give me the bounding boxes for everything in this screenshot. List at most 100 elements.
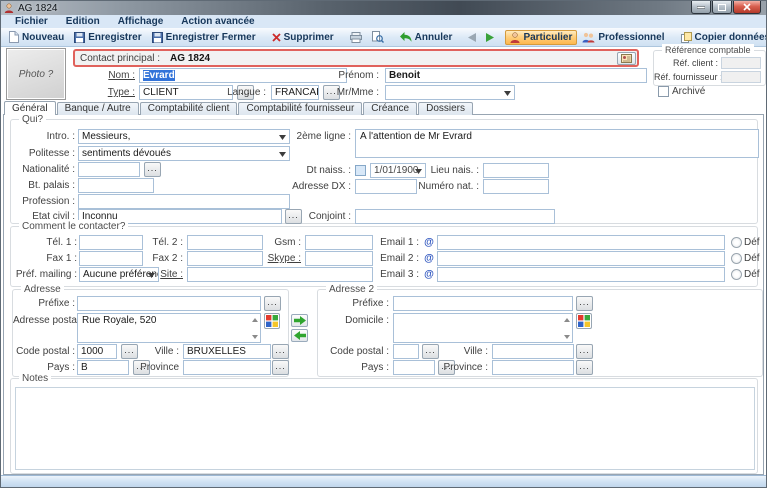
new-button[interactable]: Nouveau (4, 29, 69, 45)
email-at-icon[interactable]: @ (423, 268, 435, 281)
numero-nat-field[interactable] (483, 179, 549, 194)
ville2-browse-button[interactable]: ... (576, 344, 593, 359)
ville-field[interactable]: BRUXELLES (183, 344, 271, 359)
ville2-label: Ville : (430, 344, 488, 359)
site-field[interactable] (187, 267, 373, 282)
province-field[interactable] (183, 360, 271, 375)
menu-bar: Fichier Edition Affichage Action avancée (1, 15, 766, 28)
previous-button[interactable] (463, 31, 481, 44)
fax2-label: Fax 2 : (119, 251, 183, 266)
menu-action-avancee[interactable]: Action avancée (172, 15, 263, 28)
politesse-combo[interactable]: sentiments dévoués (78, 146, 290, 161)
copy-ci-data-button[interactable]: Copier données de CI (676, 30, 767, 45)
prefixe-field[interactable] (77, 296, 261, 311)
prenom-field[interactable]: Benoit (385, 68, 647, 83)
scroll-down-icon[interactable] (250, 332, 259, 341)
langue-field[interactable]: FRANCAIS (271, 85, 319, 100)
save-button[interactable]: Enregistrer (69, 30, 146, 45)
lieu-nais-field[interactable] (483, 163, 549, 178)
conjoint-field[interactable] (355, 209, 555, 224)
email1-label: Email 1 : (357, 235, 419, 250)
undo-button[interactable]: Annuler (395, 30, 458, 45)
archive-label: Archivé (672, 85, 705, 98)
tab-creance[interactable]: Créance (363, 102, 417, 115)
email3-field[interactable] (437, 267, 725, 282)
email3-label: Email 3 : (357, 267, 419, 282)
close-button[interactable] (733, 1, 761, 14)
title-bar: AG 1824 (1, 1, 766, 15)
mrmme-combo[interactable] (385, 85, 515, 100)
contact-group: Comment le contacter? Tél. 1 : Tél. 2 : … (10, 226, 758, 287)
prefixe-browse-button[interactable]: ... (264, 296, 281, 311)
tab-strip: Général Banque / Autre Comptabilité clie… (4, 101, 474, 115)
email1-field[interactable] (437, 235, 725, 250)
dt-naiss-checkbox[interactable] (355, 165, 366, 176)
email1-def-radio[interactable] (731, 237, 742, 248)
province-browse-button[interactable]: ... (272, 360, 289, 375)
prefixe2-field[interactable] (393, 296, 573, 311)
menu-affichage[interactable]: Affichage (109, 15, 173, 28)
map-button[interactable] (576, 313, 592, 329)
conjoint-label: Conjoint : (251, 209, 351, 224)
ville2-field[interactable] (492, 344, 574, 359)
nationalite-field[interactable] (78, 162, 140, 177)
ref-fournisseur-label: Réf. fournisseur : (654, 71, 718, 83)
next-button[interactable] (481, 31, 499, 44)
ville-browse-button[interactable]: ... (272, 344, 289, 359)
code-postal2-field[interactable] (393, 344, 419, 359)
archive-checkbox[interactable] (658, 86, 669, 97)
contact-lookup-button[interactable] (617, 52, 636, 65)
save-close-button[interactable]: Enregistrer Fermer (147, 30, 261, 45)
notes-group: Notes (10, 378, 758, 474)
code-postal-field[interactable]: 1000 (77, 344, 117, 359)
email3-def-radio[interactable] (731, 269, 742, 280)
delete-button[interactable]: Supprimer (267, 30, 339, 45)
particulier-toggle[interactable]: Particulier (505, 30, 577, 45)
email2-field[interactable] (437, 251, 725, 266)
adresse-postale-field[interactable]: Rue Royale, 520 (77, 313, 261, 343)
profession-field[interactable] (78, 194, 290, 209)
tab-dossiers[interactable]: Dossiers (418, 102, 473, 115)
code-postal2-label: Code postal : (323, 344, 389, 359)
print-button[interactable] (345, 30, 367, 45)
map-button[interactable] (264, 313, 280, 329)
nationalite-browse-button[interactable]: ... (144, 162, 161, 177)
email1-def-label: Déf (744, 236, 760, 249)
maximize-button[interactable] (712, 1, 732, 14)
copy-address-right-button[interactable] (291, 314, 308, 327)
minimize-button[interactable] (691, 1, 711, 14)
prefixe2-label: Préfixe : (323, 296, 389, 311)
menu-fichier[interactable]: Fichier (6, 15, 57, 28)
skype-label[interactable]: Skype : (237, 251, 301, 266)
photo-placeholder[interactable]: Photo ? (6, 48, 66, 100)
scroll-up-icon[interactable] (562, 315, 571, 324)
tab-comptabilite-fournisseur[interactable]: Comptabilité fournisseur (238, 102, 362, 115)
nom-field[interactable]: Evrard (139, 68, 347, 83)
email-at-icon[interactable]: @ (423, 252, 435, 265)
ligne2-field[interactable]: A l'attention de Mr Evrard (355, 129, 759, 158)
map-icon (266, 315, 278, 327)
email2-def-radio[interactable] (731, 253, 742, 264)
menu-edition[interactable]: Edition (57, 15, 109, 28)
domicile-field[interactable] (393, 313, 573, 343)
print-preview-button[interactable] (367, 29, 389, 45)
ville-label: Ville : (121, 344, 179, 359)
new-document-icon (9, 31, 19, 43)
fax1-label: Fax 1 : (13, 251, 77, 266)
prefixe2-browse-button[interactable]: ... (576, 296, 593, 311)
copy-address-left-button[interactable] (291, 329, 308, 342)
province2-browse-button[interactable]: ... (576, 360, 593, 375)
notes-field[interactable] (15, 387, 755, 470)
pays2-field[interactable] (393, 360, 435, 375)
tab-general[interactable]: Général (4, 101, 56, 115)
scroll-up-icon[interactable] (250, 315, 259, 324)
bt-palais-field[interactable] (78, 178, 154, 193)
tab-comptabilite-client[interactable]: Comptabilité client (140, 102, 238, 115)
professionnel-toggle[interactable]: Professionnel (577, 30, 669, 45)
email-at-icon[interactable]: @ (423, 236, 435, 249)
province2-field[interactable] (492, 360, 574, 375)
site-label[interactable]: Site : (119, 267, 183, 282)
tab-banque-autre[interactable]: Banque / Autre (57, 102, 139, 115)
scroll-down-icon[interactable] (562, 332, 571, 341)
type-field[interactable]: CLIENT (139, 85, 233, 100)
